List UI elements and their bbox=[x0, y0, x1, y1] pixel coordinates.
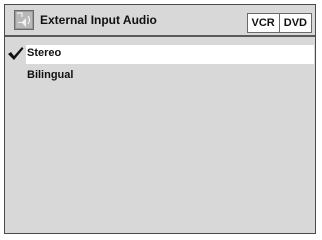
checkmark-icon bbox=[8, 47, 24, 60]
audio-input-icon bbox=[14, 10, 34, 30]
mode-badges: VCR DVD bbox=[246, 13, 312, 33]
mode-badge-dvd: DVD bbox=[278, 14, 311, 32]
osd-menu-window: External Input Audio VCR DVD Stereo Bili… bbox=[4, 4, 316, 234]
title-bar: External Input Audio VCR DVD bbox=[5, 5, 315, 37]
menu-item-stereo[interactable]: Stereo bbox=[8, 45, 314, 64]
menu-item-label: Stereo bbox=[27, 47, 62, 59]
page-title: External Input Audio bbox=[40, 13, 157, 27]
menu-item-label: Bilingual bbox=[27, 69, 74, 81]
audio-option-list: Stereo Bilingual bbox=[5, 45, 315, 89]
menu-item-bilingual[interactable]: Bilingual bbox=[5, 67, 315, 86]
mode-badge-vcr: VCR bbox=[247, 14, 279, 32]
